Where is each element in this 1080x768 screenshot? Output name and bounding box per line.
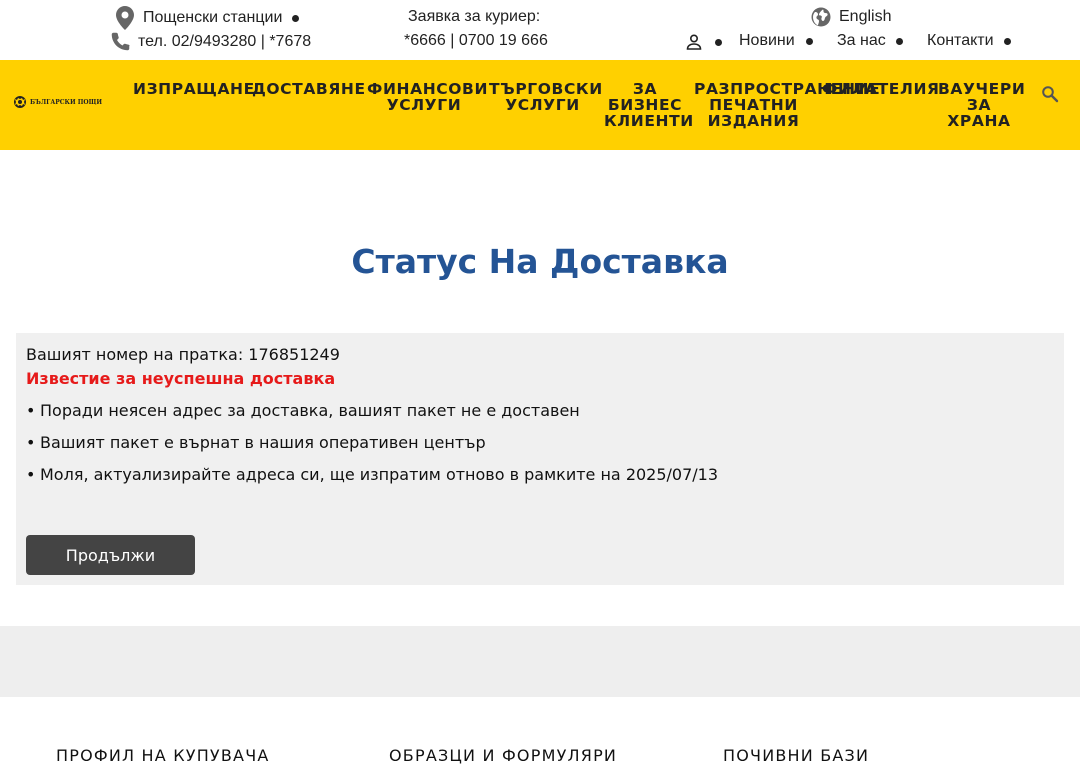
phone-icon: [111, 32, 130, 51]
footer-heading-holiday-bases[interactable]: ПОЧИВНИ БАЗИ: [723, 746, 869, 765]
footer-heading-buyer-profile[interactable]: ПРОФИЛ НА КУПУВАЧА: [56, 746, 270, 765]
nav-item-financial[interactable]: ФИНАНСОВИ УСЛУГИ: [367, 81, 487, 113]
language-switch[interactable]: English: [811, 7, 891, 27]
nav-item-philately[interactable]: ФИЛАТЕЛИЯ: [822, 81, 939, 97]
nav-link-contacts[interactable]: Контакти: [927, 32, 1011, 50]
post-offices-label: Пощенски станции: [143, 9, 283, 26]
courier-numbers-text: *6666 | 0700 19 666: [404, 32, 548, 49]
separator-dot: [895, 37, 903, 45]
search-icon[interactable]: [1041, 85, 1059, 103]
nav-item-delivery[interactable]: ДОСТАВЯНЕ: [252, 81, 365, 97]
nav-item-press-distribution[interactable]: РАЗПРОСТРАНЕНИЕ ПЕЧАТНИ ИЗДАНИЯ: [694, 81, 880, 129]
separator-dot: [715, 38, 722, 46]
news-label: Новини: [739, 32, 795, 49]
courier-request-label: Заявка за куриер:: [408, 8, 540, 26]
phone-number: тел. 02/9493280 | *7678: [138, 32, 312, 50]
footer-band: [0, 626, 1080, 697]
post-offices-link[interactable]: Пощенски станции: [116, 6, 300, 30]
contacts-label: Контакти: [927, 32, 994, 49]
status-list: Поради неясен адрес за доставка, вашият …: [26, 401, 718, 497]
logo-text: БЪЛГАРСКИ ПОЩИ: [30, 98, 103, 106]
tracking-number: Вашият номер на пратка: 176851249: [26, 345, 340, 364]
logo-emblem-icon: [14, 96, 26, 108]
list-item: Поради неясен адрес за доставка, вашият …: [26, 401, 718, 433]
nav-item-food-vouchers[interactable]: ВАУЧЕРИ ЗА ХРАНА: [938, 81, 1025, 129]
footer-heading-forms[interactable]: ОБРАЗЦИ И ФОРМУЛЯРИ: [389, 746, 617, 765]
about-label: За нас: [837, 32, 886, 49]
courier-numbers: *6666 | 0700 19 666: [404, 32, 548, 50]
list-item: Моля, актуализирайте адреса си, ще изпра…: [26, 465, 718, 497]
account-link[interactable]: [686, 34, 722, 50]
globe-icon: [811, 7, 831, 27]
continue-button[interactable]: Продължи: [26, 535, 195, 575]
list-item: Вашият пакет е върнат в нашия оперативен…: [26, 433, 718, 465]
nav-link-about[interactable]: За нас: [837, 32, 903, 50]
delivery-status-panel: Вашият номер на пратка: 176851249 Извест…: [16, 333, 1064, 585]
phone-info: тел. 02/9493280 | *7678: [110, 31, 311, 52]
page-title: Статус На Доставка: [351, 242, 729, 281]
separator-dot: [1003, 37, 1011, 45]
courier-label-text: Заявка за куриер:: [408, 8, 541, 25]
nav-item-sending[interactable]: ИЗПРАЩАНЕ: [133, 81, 254, 97]
site-logo[interactable]: БЪЛГАРСКИ ПОЩИ: [12, 95, 102, 109]
failed-delivery-notice: Известие за неуспешна доставка: [26, 369, 336, 388]
user-icon: [686, 34, 702, 50]
language-label: English: [839, 8, 892, 25]
top-bar: Пощенски станции тел. 02/9493280 | *7678…: [0, 0, 1080, 60]
nav-link-news[interactable]: Новини: [739, 32, 813, 50]
location-pin-icon: [116, 6, 134, 30]
separator-dot: [292, 14, 300, 22]
separator-dot: [805, 37, 813, 45]
nav-item-business[interactable]: ЗА БИЗНЕС КЛИЕНТИ: [604, 81, 693, 129]
nav-item-commercial[interactable]: ТЪРГОВСКИ УСЛУГИ: [489, 81, 602, 113]
